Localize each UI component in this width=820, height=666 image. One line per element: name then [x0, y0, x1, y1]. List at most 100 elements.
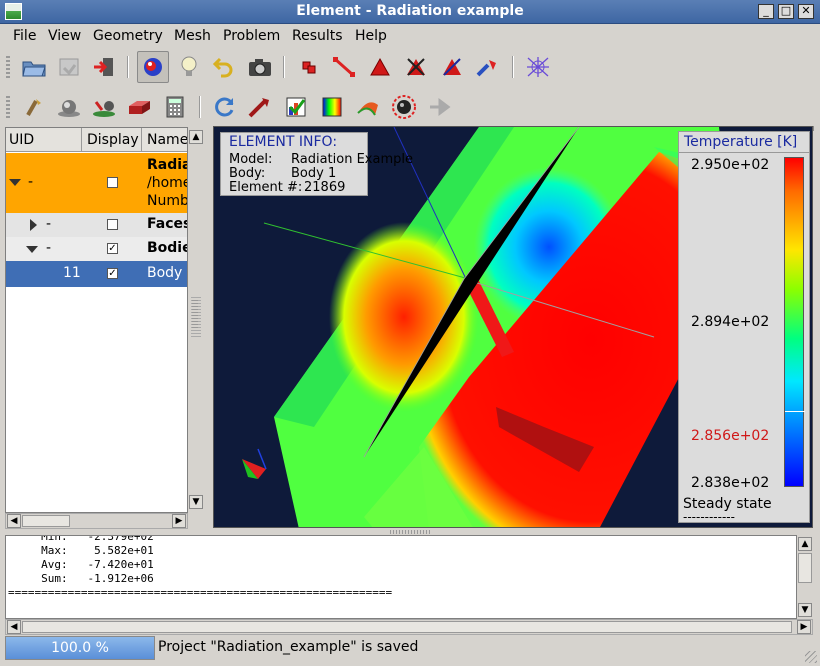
progress-label: 100.0 %: [51, 640, 109, 656]
select-body-icon[interactable]: [137, 51, 169, 83]
undo-icon[interactable]: [208, 51, 240, 83]
save-icon[interactable]: [53, 51, 85, 83]
panel-splitter[interactable]: [192, 300, 198, 330]
close-button[interactable]: ✕: [798, 4, 814, 19]
scroll-up-icon[interactable]: ▲: [189, 130, 203, 144]
brick-icon[interactable]: [123, 91, 155, 123]
cone-icon[interactable]: [88, 91, 120, 123]
separator: [512, 56, 514, 78]
colorbar-max-label: 2.950e+02: [691, 157, 770, 173]
colorbar-current-label: 2.856e+02: [691, 428, 770, 444]
open-folder-icon[interactable]: [18, 51, 50, 83]
colorbar-title: Temperature [K]: [684, 134, 798, 150]
collapse-icon[interactable]: [9, 179, 21, 186]
flip-triangle-icon[interactable]: [436, 51, 468, 83]
divider: [679, 152, 809, 153]
forward-arrow-icon[interactable]: [424, 91, 456, 123]
colorbar-gradient: [784, 157, 805, 487]
display-checkbox[interactable]: ✓: [107, 243, 118, 254]
object-tree: UID Display Name - Radia /home Numb - Fa…: [5, 127, 188, 513]
element-info-title: ELEMENT INFO:: [229, 134, 338, 150]
expand-icon[interactable]: [30, 219, 37, 231]
element-info-panel: ELEMENT INFO: Model: Radiation Example B…: [220, 132, 413, 196]
row-uid: -: [46, 216, 52, 232]
scroll-left-icon[interactable]: ◀: [7, 514, 21, 528]
row-uid: 11: [63, 265, 81, 281]
menu-geometry[interactable]: Geometry: [93, 28, 163, 44]
output-console[interactable]: Min: -2.379e+02 Max: 5.582e+01 Avg: -7.4…: [5, 535, 797, 619]
minimize-button[interactable]: _: [758, 4, 774, 19]
secondary-toolbar: [0, 88, 820, 126]
mesh-web-icon[interactable]: [522, 51, 554, 83]
row-uid: -: [28, 174, 34, 190]
display-checkbox[interactable]: ✓: [107, 268, 118, 279]
menu-view[interactable]: View: [48, 28, 81, 44]
separator: [199, 96, 201, 118]
edge-icon[interactable]: [328, 51, 360, 83]
scroll-up-icon[interactable]: ▲: [798, 537, 812, 551]
console-vertical-scrollbar[interactable]: ▲ ▼: [797, 535, 813, 619]
sphere-icon[interactable]: [53, 91, 85, 123]
row-path: /home: [147, 175, 188, 191]
calculator-icon[interactable]: [159, 91, 191, 123]
pointer-icon[interactable]: [244, 91, 276, 123]
scroll-thumb[interactable]: [798, 553, 812, 583]
column-display[interactable]: Display: [87, 132, 139, 148]
tree-row-faces[interactable]: - Faces: [6, 213, 187, 237]
scroll-thumb[interactable]: [22, 621, 792, 633]
body-value: Body 1: [291, 166, 337, 181]
draw-curve-icon[interactable]: [472, 51, 504, 83]
colorbar-dashes: ------------: [683, 510, 735, 524]
menu-problem[interactable]: Problem: [223, 28, 280, 44]
checked-chart-icon[interactable]: [280, 91, 312, 123]
main-toolbar: element range: [0, 48, 820, 131]
resize-grip[interactable]: [805, 651, 817, 663]
column-uid[interactable]: UID: [9, 132, 34, 148]
scroll-right-icon[interactable]: ▶: [172, 514, 186, 528]
element-number-value: 21869: [304, 180, 346, 195]
current-value-marker: [785, 411, 805, 413]
horizontal-splitter[interactable]: [390, 530, 430, 534]
model-value: Radiation Example: [291, 152, 413, 167]
tree-row-body[interactable]: 11 ✓ Body: [6, 261, 187, 287]
collapse-icon[interactable]: [26, 246, 38, 253]
camera-icon[interactable]: [244, 51, 276, 83]
temperature-colorbar: Temperature [K] 2.950e+02 2.894e+02 2.85…: [678, 131, 810, 524]
colorbar-min-label: 2.838e+02: [691, 475, 770, 491]
column-divider[interactable]: [81, 128, 82, 152]
menu-results[interactable]: Results: [292, 28, 343, 44]
lightbulb-icon[interactable]: [173, 51, 205, 83]
triangle-icon[interactable]: [364, 51, 396, 83]
stop-sphere-icon[interactable]: [388, 91, 420, 123]
hide-triangle-icon[interactable]: [400, 51, 432, 83]
display-checkbox[interactable]: [107, 219, 118, 230]
toolbar-grip[interactable]: [6, 96, 10, 118]
scroll-left-icon[interactable]: ◀: [7, 620, 21, 634]
tree-row-project[interactable]: - Radia /home Numb: [6, 153, 188, 213]
surface-icon[interactable]: [352, 91, 384, 123]
column-divider[interactable]: [141, 128, 142, 152]
menu-help[interactable]: Help: [355, 28, 387, 44]
row-name: Body: [147, 265, 183, 281]
display-checkbox[interactable]: [107, 177, 118, 188]
scroll-right-icon[interactable]: ▶: [797, 620, 811, 634]
nodes-icon[interactable]: [293, 51, 325, 83]
menu-mesh[interactable]: Mesh: [174, 28, 211, 44]
menu-file[interactable]: File: [13, 28, 36, 44]
scroll-thumb[interactable]: [22, 515, 70, 527]
exit-icon[interactable]: [88, 51, 120, 83]
refresh-icon[interactable]: [209, 91, 241, 123]
tools-icon[interactable]: [18, 91, 50, 123]
console-horizontal-scrollbar[interactable]: ◀ ▶: [5, 619, 813, 635]
tree-horizontal-scrollbar[interactable]: ◀ ▶: [5, 513, 188, 529]
maximize-button[interactable]: □: [778, 4, 794, 19]
row-name: Radia: [147, 157, 188, 173]
toolbar-grip[interactable]: [6, 56, 10, 78]
colorbar-mid-label: 2.894e+02: [691, 314, 770, 330]
scroll-down-icon[interactable]: ▼: [798, 603, 812, 617]
column-name[interactable]: Name: [147, 132, 187, 148]
rainbow-icon[interactable]: [316, 91, 348, 123]
scroll-down-icon[interactable]: ▼: [189, 495, 203, 509]
tree-row-bodies[interactable]: - ✓ Bodie: [6, 237, 187, 261]
3d-viewport[interactable]: ELEMENT INFO: Model: Radiation Example B…: [213, 126, 813, 528]
